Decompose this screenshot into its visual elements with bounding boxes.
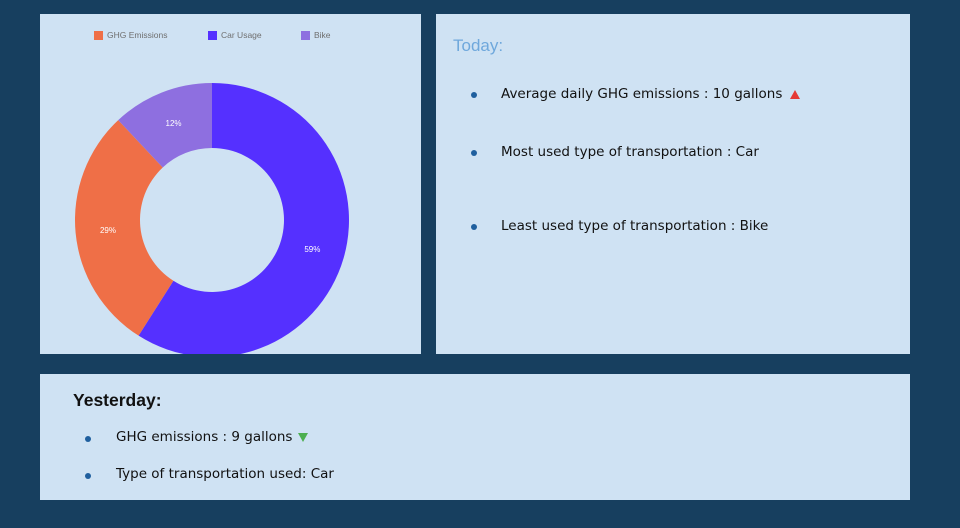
donut-label-car-usage: 59%: [304, 245, 320, 254]
donut-label-bike: 12%: [166, 119, 182, 128]
today-item-avg-emissions: Average daily GHG emissions : 10 gallons: [501, 86, 801, 102]
bullet-dot: [471, 224, 477, 230]
bullet-dot: [85, 436, 91, 442]
today-panel: Today: Average daily GHG emissions : 10 …: [436, 14, 910, 354]
today-item-least-used-text: Least used type of transportation : Bike: [501, 218, 769, 234]
bullet-dot: [471, 92, 477, 98]
bullet-dot: [471, 150, 477, 156]
donut-label-ghg-emissions: 29%: [100, 226, 116, 235]
bullet-dot: [85, 473, 91, 479]
today-title: Today:: [453, 36, 504, 55]
yesterday-item-emissions: GHG emissions : 9 gallons: [116, 429, 309, 445]
yesterday-item-emissions-text: GHG emissions : 9 gallons: [116, 429, 293, 445]
today-item-least-used: Least used type of transportation : Bike: [501, 218, 768, 234]
yesterday-panel: Yesterday: GHG emissions : 9 gallons Typ…: [40, 374, 910, 500]
donut-chart: 59% 29% 12%: [75, 83, 349, 354]
trend-up-icon: [790, 89, 801, 99]
today-item-most-used-text: Most used type of transportation : Car: [501, 144, 759, 160]
yesterday-item-transport-text: Type of transportation used: Car: [116, 466, 334, 482]
yesterday-title: Yesterday:: [73, 390, 162, 410]
today-item-avg-emissions-text: Average daily GHG emissions : 10 gallons: [501, 86, 783, 102]
yesterday-item-transport: Type of transportation used: Car: [116, 466, 334, 482]
chart-panel: GHG Emissions Car Usage Bike 59% 29% 12%: [40, 14, 421, 354]
today-item-most-used: Most used type of transportation : Car: [501, 144, 759, 160]
trend-down-icon: [298, 432, 309, 442]
